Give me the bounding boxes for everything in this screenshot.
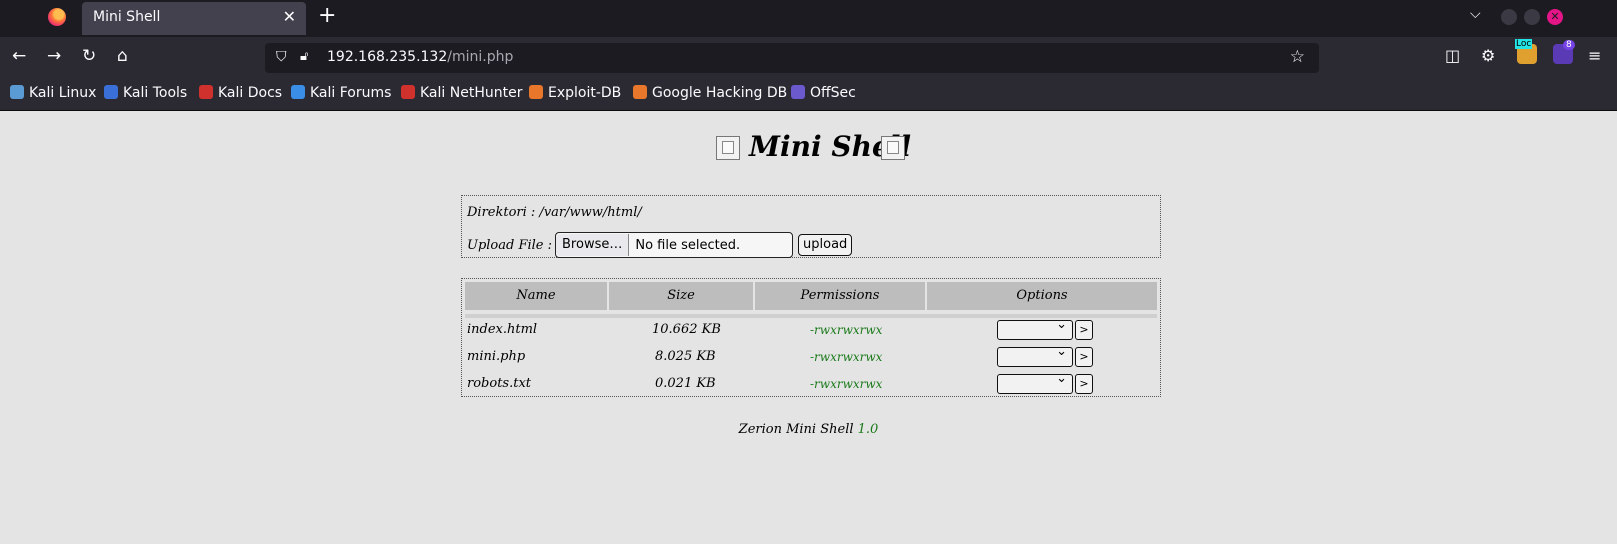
file-table: Name Size Permissions Options index.html… xyxy=(461,278,1161,397)
home-icon[interactable]: ⌂ xyxy=(117,46,128,66)
address-bar[interactable]: ⛉ 🔓︎ 192.168.235.132/mini.php ☆ xyxy=(265,43,1319,73)
maximize-button[interactable] xyxy=(1524,9,1540,25)
footer-text: Zerion Mini Shell xyxy=(738,422,854,437)
extension-counter-icon[interactable]: 8 xyxy=(1553,40,1575,64)
bookmark-label: Exploit-DB xyxy=(548,85,622,101)
kali-forums-icon xyxy=(291,85,305,99)
broken-image-icon xyxy=(716,136,740,160)
file-options-select[interactable] xyxy=(997,344,1073,367)
menu-hamburger-icon[interactable]: ≡ xyxy=(1588,46,1601,65)
file-size: 10.662 KB xyxy=(652,322,721,337)
directory-upload-panel: Direktori : /var/www/html/ Upload File :… xyxy=(461,195,1161,258)
back-arrow-icon[interactable]: ← xyxy=(12,46,26,66)
file-permissions: -rwxrwxrwx xyxy=(810,323,883,337)
column-header-name: Name xyxy=(465,282,607,310)
bookmark-label: OffSec xyxy=(810,85,856,101)
bookmark-kali-nethunter[interactable]: Kali NetHunter xyxy=(401,85,522,101)
reload-icon[interactable]: ↻ xyxy=(82,46,96,66)
url-host: 192.168.235.132 xyxy=(327,49,448,65)
broken-image-icon xyxy=(881,136,905,160)
shield-icon[interactable]: ⛉ xyxy=(276,49,287,65)
extension-tag: Loc xyxy=(1515,39,1533,49)
kali-docs-icon xyxy=(199,85,213,99)
bookmarks-toolbar: Kali Linux Kali Tools Kali Docs Kali For… xyxy=(0,77,1617,111)
options-go-button[interactable]: > xyxy=(1075,320,1093,340)
insecure-lock-icon[interactable]: 🔓︎ xyxy=(300,49,308,64)
offsec-icon xyxy=(791,85,805,99)
tab-title: Mini Shell xyxy=(93,9,161,25)
file-input[interactable]: Browse… No file selected. xyxy=(555,232,794,258)
options-go-button[interactable]: > xyxy=(1075,374,1093,394)
ghdb-icon xyxy=(633,85,647,99)
navigation-toolbar: ← → ↻ ⌂ ⛉ 🔓︎ 192.168.235.132/mini.php ☆ … xyxy=(0,37,1617,77)
bookmark-label: Google Hacking DB xyxy=(652,85,788,101)
url-text[interactable]: 192.168.235.132/mini.php xyxy=(327,49,513,65)
file-name-link[interactable]: mini.php xyxy=(467,349,525,364)
bookmark-google-hacking-db[interactable]: Google Hacking DB xyxy=(633,85,787,101)
tab-strip: Mini Shell ✕ + ⌵ ✕ xyxy=(0,0,1617,37)
firefox-icon xyxy=(48,8,66,26)
file-options-select[interactable] xyxy=(997,317,1073,340)
kali-dragon-icon xyxy=(10,85,24,99)
column-header-options: Options xyxy=(927,282,1157,310)
kali-nethunter-icon xyxy=(401,85,415,99)
file-permissions: -rwxrwxrwx xyxy=(810,350,883,364)
file-name-link[interactable]: robots.txt xyxy=(467,376,531,391)
file-name-link[interactable]: index.html xyxy=(467,322,537,337)
extension-loc-icon[interactable]: Loc xyxy=(1515,39,1537,64)
file-options-select[interactable] xyxy=(997,371,1073,394)
file-status-text: No file selected. xyxy=(635,237,741,253)
file-size: 8.025 KB xyxy=(655,349,716,364)
url-path: /mini.php xyxy=(447,49,514,65)
upload-button[interactable]: upload xyxy=(798,234,853,256)
options-go-button[interactable]: > xyxy=(1075,347,1093,367)
bookmark-kali-linux[interactable]: Kali Linux xyxy=(10,85,96,101)
new-tab-button[interactable]: + xyxy=(318,3,336,28)
upload-row: Upload File : Browse… No file selected. … xyxy=(467,232,853,258)
extension-badge: 8 xyxy=(1563,40,1575,50)
tab-mini-shell[interactable]: Mini Shell ✕ xyxy=(82,2,306,35)
bookmark-label: Kali Forums xyxy=(310,85,392,101)
list-all-tabs-chevron-icon[interactable]: ⌵ xyxy=(1470,6,1481,22)
upload-label: Upload File : xyxy=(467,237,553,253)
page-content: Mini Shell Direktori : /var/www/html/ Up… xyxy=(0,111,1617,544)
bookmark-kali-tools[interactable]: Kali Tools xyxy=(104,85,187,101)
bookmark-label: Kali Tools xyxy=(123,85,188,101)
footer: Zerion Mini Shell 1.0 xyxy=(0,422,1617,437)
pocket-icon[interactable]: ◫ xyxy=(1445,46,1460,65)
bookmark-label: Kali Linux xyxy=(29,85,97,101)
directory-label: Direktori : /var/www/html/ xyxy=(467,205,642,220)
table-divider xyxy=(465,314,1157,318)
bookmark-offsec[interactable]: OffSec xyxy=(791,85,856,101)
window-close-button[interactable]: ✕ xyxy=(1547,9,1563,25)
forward-arrow-icon[interactable]: → xyxy=(47,46,61,66)
column-header-permissions: Permissions xyxy=(755,282,925,310)
column-header-size: Size xyxy=(609,282,753,310)
bookmark-label: Kali Docs xyxy=(218,85,283,101)
bookmark-kali-docs[interactable]: Kali Docs xyxy=(199,85,282,101)
kali-tools-icon xyxy=(104,85,118,99)
file-permissions: -rwxrwxrwx xyxy=(810,377,883,391)
footer-version: 1.0 xyxy=(857,422,879,437)
bookmark-star-icon[interactable]: ☆ xyxy=(1290,47,1305,67)
bookmark-exploit-db[interactable]: Exploit-DB xyxy=(529,85,621,101)
close-tab-icon[interactable]: ✕ xyxy=(283,7,296,26)
minimize-button[interactable] xyxy=(1501,9,1517,25)
exploit-db-icon xyxy=(529,85,543,99)
file-size: 0.021 KB xyxy=(655,376,716,391)
bookmark-kali-forums[interactable]: Kali Forums xyxy=(291,85,391,101)
extensions-icon[interactable]: ⚙ xyxy=(1481,46,1495,65)
browse-button[interactable]: Browse… xyxy=(556,234,630,256)
bookmark-label: Kali NetHunter xyxy=(420,85,523,101)
